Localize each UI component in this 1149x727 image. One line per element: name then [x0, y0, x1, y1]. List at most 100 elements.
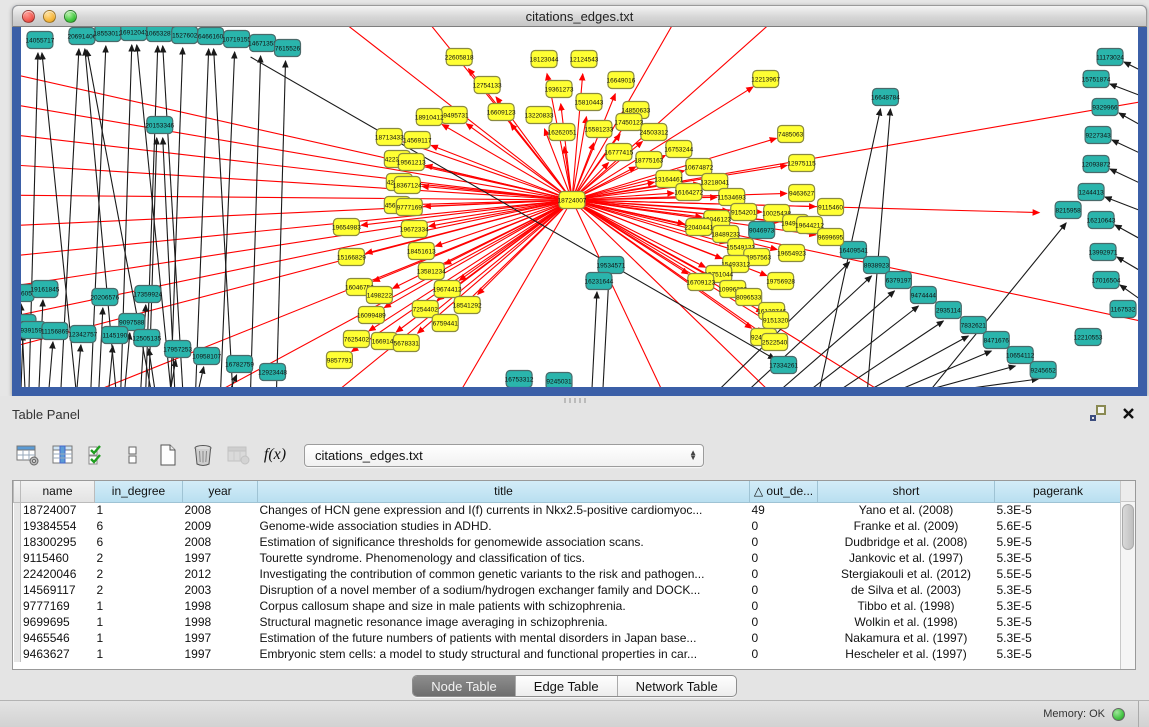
graph-node[interactable]: 16164272: [674, 184, 703, 201]
cell-pr[interactable]: 5.3E-5: [995, 550, 1122, 566]
graph-node[interactable]: 1527602: [172, 27, 198, 44]
graph-node[interactable]: 8938923: [863, 257, 889, 274]
graph-node[interactable]: 18713433: [375, 129, 404, 146]
table-mode-icon[interactable]: [14, 441, 42, 469]
graph-node[interactable]: 13992971: [1089, 244, 1118, 261]
cell-title[interactable]: Disruption of a novel member of a sodium…: [258, 582, 750, 598]
cell-year[interactable]: 1998: [183, 614, 258, 630]
float-panel-icon[interactable]: [1090, 405, 1106, 421]
graph-node[interactable]: 8096533: [736, 289, 762, 306]
graph-node[interactable]: 16753244: [664, 141, 693, 158]
graph-node[interactable]: 12210553: [1074, 329, 1103, 346]
cell-year[interactable]: 2008: [183, 502, 258, 518]
graph-node[interactable]: 17450123: [614, 114, 643, 131]
cell-pr[interactable]: 5.3E-5: [995, 630, 1122, 646]
graph-node[interactable]: 17334261: [769, 357, 798, 374]
graph-node[interactable]: 22040441: [684, 219, 713, 236]
graph-node[interactable]: 19361273: [545, 81, 574, 98]
graph-node[interactable]: 19561213: [397, 154, 426, 171]
new-column-icon[interactable]: [154, 441, 182, 469]
table-row[interactable]: 1938455462009Genome-wide association stu…: [14, 518, 1122, 534]
cell-name[interactable]: 9465546: [21, 630, 95, 646]
cell-indeg[interactable]: 2: [95, 566, 183, 582]
cell-short[interactable]: Wolkin et al. (1998): [818, 614, 995, 630]
cell-name[interactable]: 9777169: [21, 598, 95, 614]
graph-node[interactable]: 2522540: [762, 334, 788, 351]
graph-node[interactable]: 8215958: [1055, 202, 1081, 219]
cell-short[interactable]: Hescheler et al. (1997): [818, 646, 995, 662]
cell-out[interactable]: 49: [750, 502, 818, 518]
graph-node[interactable]: 10653287: [145, 27, 174, 42]
cell-name[interactable]: 18300295: [21, 534, 95, 550]
cell-short[interactable]: Franke et al. (2009): [818, 518, 995, 534]
graph-node[interactable]: 19654983: [332, 219, 361, 236]
cell-title[interactable]: Corpus callosum shape and size in male p…: [258, 598, 750, 614]
graph-node[interactable]: 10654112: [1006, 347, 1035, 364]
graph-node[interactable]: 7832621: [960, 317, 986, 334]
graph-node[interactable]: 15166829: [337, 249, 366, 266]
cell-short[interactable]: de Silva et al. (2003): [818, 582, 995, 598]
graph-node[interactable]: 16709123: [686, 274, 715, 291]
network-window-titlebar[interactable]: citations_edges.txt: [12, 5, 1147, 27]
cell-out[interactable]: 0: [750, 646, 818, 662]
graph-node[interactable]: 8471676: [983, 332, 1009, 349]
minimize-window-button[interactable]: [43, 10, 56, 23]
table-row[interactable]: 1830029562008Estimation of significance …: [14, 534, 1122, 550]
graph-node[interactable]: 18123044: [530, 51, 559, 68]
graph-node[interactable]: 18553012: [93, 27, 122, 42]
graph-node[interactable]: 16649016: [607, 72, 636, 89]
cell-out[interactable]: 0: [750, 518, 818, 534]
graph-node[interactable]: 16777415: [605, 144, 634, 161]
cell-indeg[interactable]: 1: [95, 598, 183, 614]
cell-pr[interactable]: 5.3E-5: [995, 614, 1122, 630]
cell-indeg[interactable]: 2: [95, 550, 183, 566]
tab-edge-table[interactable]: Edge Table: [515, 676, 617, 696]
graph-node[interactable]: 9329966: [1092, 99, 1118, 116]
show-columns-icon[interactable]: [49, 441, 77, 469]
column-header-out_de[interactable]: △ out_de...: [750, 481, 818, 502]
graph-node[interactable]: 7485063: [778, 126, 804, 143]
cell-title[interactable]: Investigating the contribution of common…: [258, 566, 750, 582]
table-row[interactable]: 946362711997Embryonic stem cells: a mode…: [14, 646, 1122, 662]
graph-node[interactable]: 12923448: [258, 364, 287, 381]
cell-short[interactable]: Dudbridge et al. (2008): [818, 534, 995, 550]
cell-indeg[interactable]: 2: [95, 582, 183, 598]
cell-year[interactable]: 1998: [183, 598, 258, 614]
graph-node[interactable]: 13581234: [417, 263, 446, 280]
graph-node[interactable]: 16648784: [871, 89, 900, 106]
column-header-title[interactable]: title: [258, 481, 750, 502]
close-window-button[interactable]: [22, 10, 35, 23]
cell-name[interactable]: 14569117: [21, 582, 95, 598]
cell-short[interactable]: Nakamura et al. (1997): [818, 630, 995, 646]
graph-node[interactable]: 10958107: [192, 348, 221, 365]
graph-node[interactable]: 9115460: [818, 199, 844, 216]
cell-name[interactable]: 9115460: [21, 550, 95, 566]
cell-year[interactable]: 1997: [183, 550, 258, 566]
table-row[interactable]: 946554611997Estimation of the future num…: [14, 630, 1122, 646]
graph-node[interactable]: 9857791: [326, 352, 352, 369]
column-header-name[interactable]: name: [21, 481, 95, 502]
graph-node[interactable]: 20206576: [90, 289, 119, 306]
graph-node[interactable]: 17016504: [1092, 272, 1121, 289]
graph-node[interactable]: 16099489: [357, 307, 386, 324]
graph-node[interactable]: 9151320: [763, 312, 789, 329]
table-row[interactable]: 969969511998Structural magnetic resonanc…: [14, 614, 1122, 630]
cell-title[interactable]: Estimation of the future numbers of pati…: [258, 630, 750, 646]
cell-year[interactable]: 2008: [183, 534, 258, 550]
graph-hub-node[interactable]: 18724007: [558, 192, 587, 209]
graph-node[interactable]: 15810443: [575, 94, 604, 111]
graph-node[interactable]: 6759441: [432, 315, 458, 332]
graph-node[interactable]: 12213967: [751, 71, 780, 88]
graph-node[interactable]: 9474444: [910, 287, 936, 304]
graph-node[interactable]: 9245031: [546, 373, 572, 388]
graph-node[interactable]: 15581233: [585, 121, 614, 138]
function-builder-icon[interactable]: f(x): [259, 441, 291, 469]
graph-node[interactable]: 11156869: [41, 323, 69, 340]
graph-node[interactable]: 15751874: [1082, 71, 1111, 88]
graph-node[interactable]: 6379197: [885, 272, 911, 289]
graph-node[interactable]: 13220833: [525, 107, 554, 124]
graph-node[interactable]: 9699695: [818, 229, 844, 246]
graph-node[interactable]: 19534571: [597, 257, 626, 274]
graph-node[interactable]: 12342757: [68, 326, 97, 343]
graph-node[interactable]: 18367124: [393, 177, 422, 194]
